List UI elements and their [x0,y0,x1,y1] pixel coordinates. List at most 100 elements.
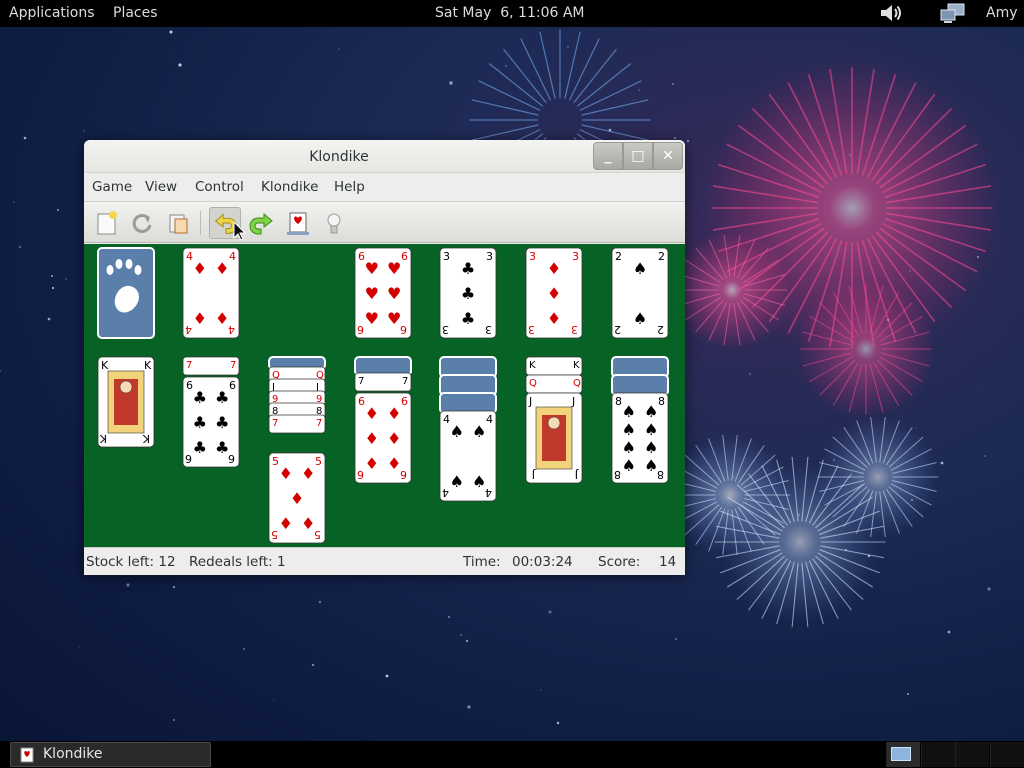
svg-text:♦: ♦ [301,464,315,483]
svg-text:♦: ♦ [215,309,229,328]
workspace-2[interactable] [921,742,955,767]
svg-text:♠: ♠ [472,422,486,441]
status-bar: Stock left: 12 Redeals left: 1 Time: 00:… [84,547,685,575]
workspace-1[interactable] [886,742,920,767]
svg-text:3: 3 [485,323,492,336]
svg-text:♦: ♦ [365,404,379,423]
fullscreen-icon[interactable] [318,207,350,239]
svg-text:♠: ♠ [472,472,486,491]
minimize-button[interactable]: _ [593,142,623,170]
restart-icon[interactable] [126,207,158,239]
svg-text:♣: ♣ [461,309,475,328]
tableau-7-face-down-2[interactable] [611,374,669,396]
svg-text:3: 3 [571,323,578,336]
mouse-pointer-icon [233,221,246,241]
top-panel: Applications Places Sat May 6, 11:06 AM … [0,0,1024,27]
title-bar[interactable]: Klondike _ □ ✕ [84,140,685,173]
foundation-3[interactable]: 3 3 3 3 ♦ ♦ ♦ [525,247,583,339]
svg-text:♥: ♥ [387,284,401,303]
tableau-5-top-card[interactable]: 4 44 4♠ ♠♠ ♠ [439,410,497,502]
applications-menu[interactable]: Applications [9,5,95,22]
places-menu[interactable]: Places [113,5,158,22]
tableau-3-card-7[interactable]: 77 [268,414,326,434]
tableau-2-top-card[interactable]: 6 66 6♣ ♣♣ ♣♣ ♣ [182,376,240,468]
game-board[interactable]: 4 4 4 4 ♦ ♦ ♦ ♦ 6 6 6 6 ♥ ♥ ♥ ♥ ♥ ♥ 3 3 3 3 ♣ ♣ ♣ 3 3 3 3 ♦ ♦ ♦ 2 2 2 2 ♠ ♠ K K… [84,244,685,547]
speaker-volume-icon[interactable] [879,3,903,23]
svg-text:♣: ♣ [461,284,475,303]
svg-text:7: 7 [316,418,322,429]
tableau-5-face-down-3[interactable] [439,392,497,414]
svg-text:♣: ♣ [193,438,207,457]
svg-text:♥: ♥ [387,259,401,278]
svg-text:3: 3 [572,250,579,263]
close-button[interactable]: ✕ [653,142,683,170]
score-label: Score: [598,554,641,570]
svg-text:♦: ♦ [387,404,401,423]
toolbar-separator [200,211,201,235]
select-game-icon[interactable] [282,207,314,239]
menu-klondike[interactable]: Klondike [261,179,318,195]
foundation-4[interactable]: 2 2 2 2 ♠ ♠ [611,247,669,339]
svg-text:4: 4 [229,250,236,263]
tableau-3-top-card[interactable]: 5 55 5♦ ♦♦♦ ♦ [268,452,326,544]
svg-text:♦: ♦ [301,514,315,533]
tableau-2-card-7[interactable]: 77 [182,356,240,376]
tableau-1-top-card[interactable]: K K K K [97,356,155,448]
tableau-6-card-Q[interactable]: QQ [525,374,583,394]
redo-icon[interactable] [246,207,278,239]
taskbar-window-button[interactable]: Klondike [10,742,211,767]
svg-text:♣: ♣ [461,259,475,278]
time-label: Time: [463,554,501,570]
menu-game[interactable]: Game [92,179,132,195]
svg-text:♦: ♦ [547,309,561,328]
tableau-4-top-card[interactable]: 6 66 6♦ ♦♦ ♦♦ ♦ [354,392,412,484]
user-menu[interactable]: Amy [986,5,1018,22]
svg-text:J: J [575,468,579,481]
svg-text:K: K [101,359,109,372]
maximize-button[interactable]: □ [623,142,653,170]
waste-pile[interactable]: 4 44 4♦ ♦♦ ♦ [182,247,240,339]
hint-icon[interactable] [162,207,194,239]
svg-text:♦: ♦ [215,259,229,278]
svg-text:♥: ♥ [387,309,401,328]
svg-text:♠: ♠ [622,402,636,421]
svg-text:♠: ♠ [450,422,464,441]
svg-text:2: 2 [615,250,622,263]
clock[interactable]: Sat May 6, 11:06 AM [435,5,585,22]
tableau-7-top-card[interactable]: 8 88 8♠ ♠♠ ♠♠ ♠♠ ♠ [611,392,669,484]
tableau-4-face-down[interactable] [354,356,412,376]
workspace-4[interactable] [990,742,1024,767]
foundation-2[interactable]: 3 3 3 3 ♣ ♣ ♣ [439,247,497,339]
svg-text:Q: Q [529,378,537,389]
tableau-6-top-card[interactable]: J J J J [525,392,583,484]
card-table[interactable]: 4 44 4♦ ♦♦ ♦6 66 6♥ ♥♥ ♥♥ ♥3 33 3♣♣♣3 33 3♦♦♦2 22 2♠♠K K… [84,244,685,547]
foundation-1[interactable]: 6 66 6♥ ♥♥ ♥♥ ♥ [354,247,412,339]
stock-pile[interactable] [97,247,155,339]
svg-text:6: 6 [357,323,364,336]
time-value: 00:03:24 [512,554,573,570]
workspace-3[interactable] [955,742,989,767]
svg-text:Q: Q [573,378,581,389]
svg-text:♦: ♦ [547,284,561,303]
menu-view[interactable]: View [145,179,177,195]
svg-text:♠: ♠ [622,420,636,439]
svg-text:3: 3 [442,323,449,336]
menu-help[interactable]: Help [334,179,365,195]
svg-text:♦: ♦ [365,429,379,448]
menu-control[interactable]: Control [195,179,244,195]
tableau-6-card-K[interactable]: KK [525,356,583,376]
svg-text:♠: ♠ [644,438,658,457]
klondike-window: Klondike _ □ ✕ Game View Control Klondik… [84,140,685,575]
svg-text:♠: ♠ [633,309,647,328]
svg-text:♦: ♦ [387,429,401,448]
svg-text:♥: ♥ [365,259,379,278]
new-game-icon[interactable] [90,207,122,239]
svg-text:♦: ♦ [547,259,561,278]
svg-text:7: 7 [186,360,192,371]
tableau-4-card-7[interactable]: 77 [354,372,412,392]
svg-text:4: 4 [486,413,493,426]
svg-text:♦: ♦ [365,454,379,473]
svg-text:8: 8 [614,468,621,481]
network-computers-icon[interactable] [940,3,966,24]
svg-text:6: 6 [401,250,408,263]
